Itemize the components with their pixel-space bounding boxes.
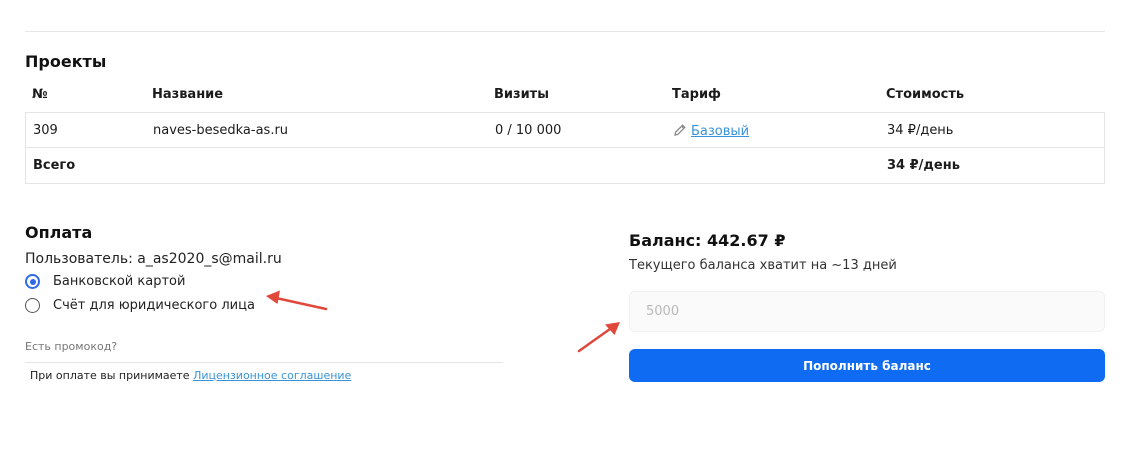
col-cost-header: Стоимость <box>886 87 965 102</box>
table-total-row: Всего 34 ₽/день <box>25 148 1105 184</box>
project-cost: 34 ₽/день <box>887 123 954 138</box>
col-tariff-header: Тариф <box>672 87 721 102</box>
promo-toggle[interactable]: Есть промокод? <box>25 340 117 353</box>
amount-input[interactable] <box>629 291 1105 332</box>
project-tariff: Базовый <box>673 123 749 139</box>
payment-title: Оплата <box>25 223 93 242</box>
project-name: naves-besedka-as.ru <box>153 123 289 138</box>
payment-method-invoice[interactable]: Счёт для юридического лица <box>25 298 255 313</box>
projects-table: № Название Визиты Тариф Стоимость 309 na… <box>25 80 1105 184</box>
promo-divider <box>25 362 503 363</box>
radio-selected[interactable] <box>25 274 40 289</box>
pencil-icon[interactable] <box>673 123 687 137</box>
topup-button[interactable]: Пополнить баланс <box>629 349 1105 382</box>
annotation-arrow-right <box>577 322 620 353</box>
annotation-arrow-left <box>266 290 328 311</box>
payment-method-card-label: Банковской картой <box>53 274 186 289</box>
projects-title: Проекты <box>25 52 107 71</box>
payment-method-card[interactable]: Банковской картой <box>25 274 185 289</box>
col-number-header: № <box>32 87 48 102</box>
radio-unselected[interactable] <box>25 298 40 313</box>
tariff-link[interactable]: Базовый <box>691 124 749 139</box>
table-header: № Название Визиты Тариф Стоимость <box>25 80 1105 112</box>
license-prefix: При оплате вы принимаете <box>30 369 190 382</box>
license-link[interactable]: Лицензионное соглашение <box>193 369 351 382</box>
total-label: Всего <box>33 158 76 173</box>
payment-user: Пользователь: a_as2020_s@mail.ru <box>25 251 282 267</box>
payment-method-invoice-label: Счёт для юридического лица <box>53 298 255 313</box>
total-cost: 34 ₽/день <box>887 158 960 173</box>
top-divider <box>25 31 1105 32</box>
license-note: При оплате вы принимаете Лицензионное со… <box>30 369 351 382</box>
project-visits: 0 / 10 000 <box>495 123 562 138</box>
project-id: 309 <box>33 123 58 138</box>
col-name-header: Название <box>152 87 224 102</box>
col-visits-header: Визиты <box>494 87 549 102</box>
balance-title: Баланс: 442.67 ₽ <box>629 231 786 250</box>
balance-subtitle: Текущего баланса хватит на ~13 дней <box>629 258 897 273</box>
table-row: 309 naves-besedka-as.ru 0 / 10 000 Базов… <box>25 112 1105 148</box>
